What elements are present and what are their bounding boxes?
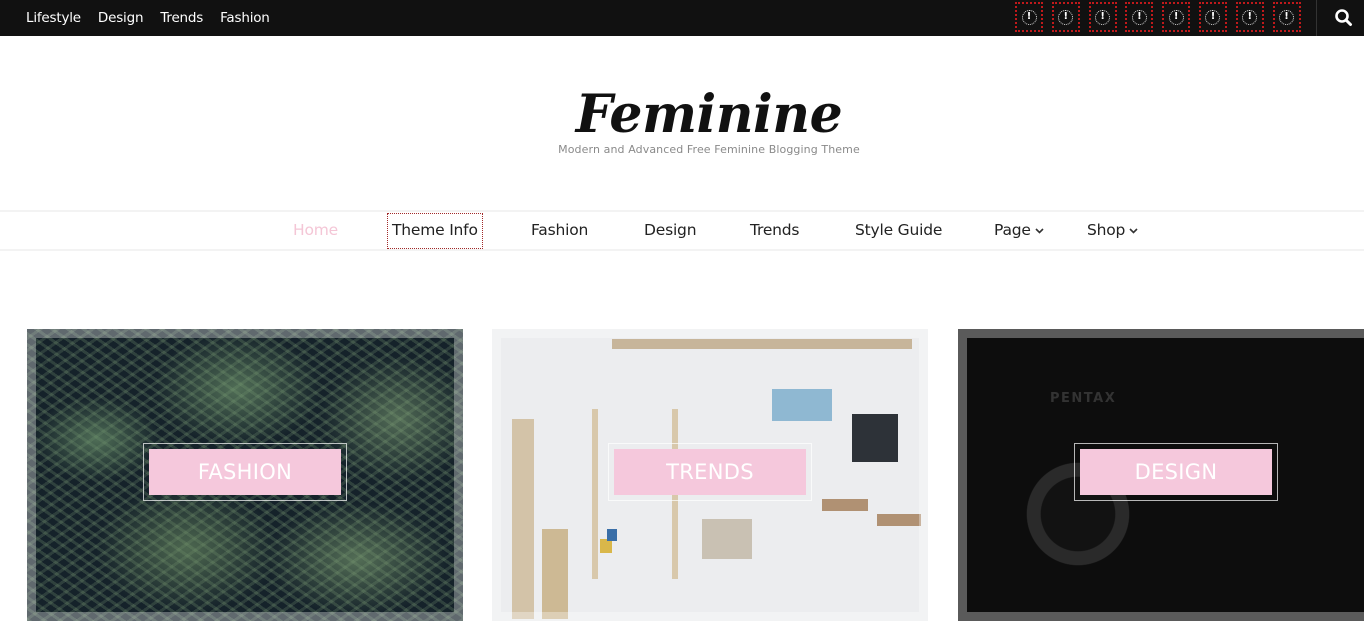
search-icon <box>1335 9 1352 26</box>
nav-item-home[interactable]: Home <box>293 212 338 249</box>
nav-item-theme-info[interactable]: Theme Info <box>387 213 483 249</box>
nav-item-design[interactable]: Design <box>644 212 697 249</box>
top-menu-item-lifestyle[interactable]: Lifestyle <box>26 10 81 26</box>
missing-icon: ! <box>1242 9 1258 25</box>
search-button[interactable] <box>1333 7 1355 29</box>
top-menu-item-design[interactable]: Design <box>98 10 144 26</box>
category-label: TRENDS <box>614 449 806 495</box>
category-label-box: TRENDS <box>608 443 812 501</box>
site-tagline: Modern and Advanced Free Feminine Bloggi… <box>558 143 860 156</box>
topbar-divider <box>1316 0 1317 36</box>
missing-icon: ! <box>1021 9 1037 25</box>
social-link-7[interactable]: ! <box>1235 2 1264 32</box>
missing-icon: ! <box>1095 9 1111 25</box>
chevron-down-icon <box>1129 227 1138 234</box>
nav-item-style-guide[interactable]: Style Guide <box>855 212 942 249</box>
nav-item-trends[interactable]: Trends <box>750 212 799 249</box>
main-navigation: Home Theme Info Fashion Design Trends St… <box>0 210 1364 251</box>
social-link-2[interactable]: ! <box>1051 2 1080 32</box>
top-menu-item-trends[interactable]: Trends <box>160 10 203 26</box>
category-label: DESIGN <box>1080 449 1272 495</box>
category-card-design[interactable]: PENTAX DESIGN <box>958 329 1364 621</box>
nav-item-page[interactable]: Page <box>994 212 1044 249</box>
chevron-down-icon <box>1035 227 1044 234</box>
nav-item-shop[interactable]: Shop <box>1087 212 1138 249</box>
category-card-trends[interactable]: TRENDS <box>492 329 928 621</box>
social-link-3[interactable]: ! <box>1088 2 1117 32</box>
top-menu-item-fashion[interactable]: Fashion <box>220 10 270 26</box>
nav-item-shop-label: Shop <box>1087 221 1126 239</box>
social-links: ! ! ! ! ! ! ! ! <box>1015 2 1309 32</box>
category-label-box: FASHION <box>143 443 347 501</box>
missing-icon: ! <box>1168 9 1184 25</box>
nav-item-page-label: Page <box>994 221 1031 239</box>
social-link-4[interactable]: ! <box>1125 2 1154 32</box>
category-label: FASHION <box>149 449 341 495</box>
missing-icon: ! <box>1058 9 1074 25</box>
missing-icon: ! <box>1131 9 1147 25</box>
top-bar: Lifestyle Design Trends Fashion ! ! ! ! … <box>0 0 1364 36</box>
missing-icon: ! <box>1205 9 1221 25</box>
missing-icon: ! <box>1279 9 1295 25</box>
category-card-fashion[interactable]: FASHION <box>27 329 463 621</box>
top-menu: Lifestyle Design Trends Fashion <box>26 0 287 36</box>
category-label-box: DESIGN <box>1074 443 1278 501</box>
site-branding: Feminine <box>0 82 1364 148</box>
social-link-6[interactable]: ! <box>1198 2 1227 32</box>
social-link-1[interactable]: ! <box>1015 2 1043 32</box>
social-link-8[interactable]: ! <box>1272 2 1301 32</box>
site-title[interactable]: Feminine <box>576 82 843 148</box>
nav-item-fashion[interactable]: Fashion <box>531 212 588 249</box>
social-link-5[interactable]: ! <box>1162 2 1191 32</box>
